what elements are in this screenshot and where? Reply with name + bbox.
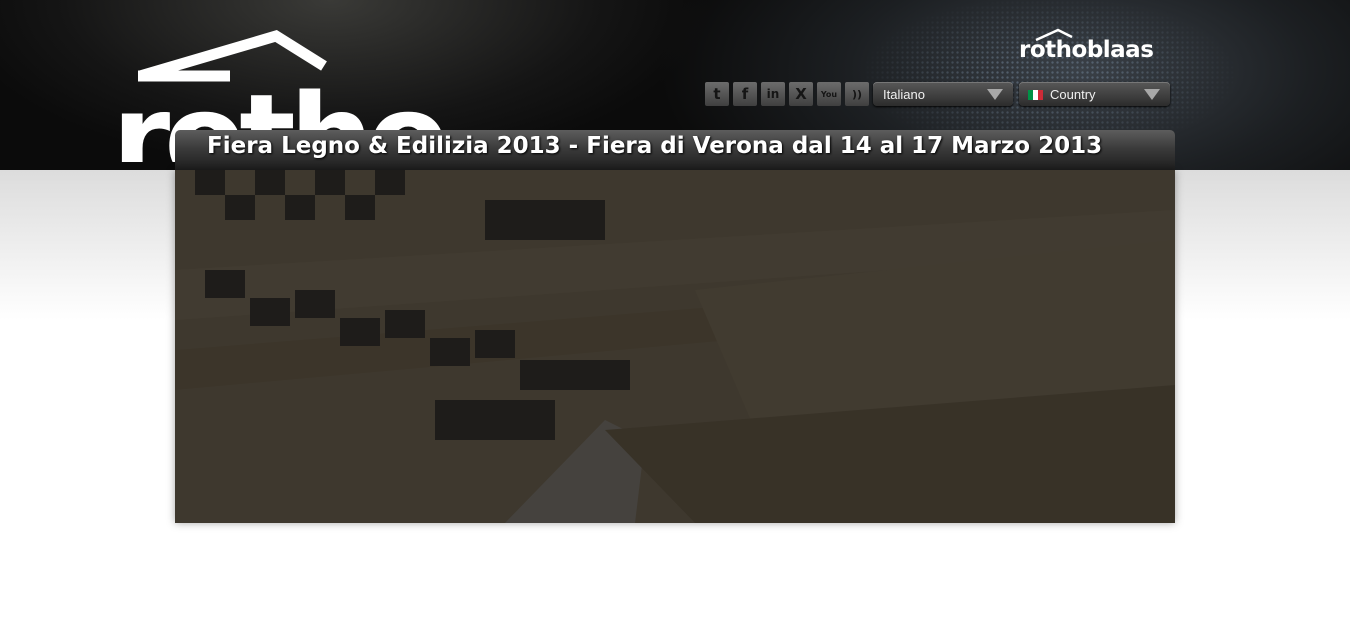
xing-icon[interactable]: X bbox=[789, 82, 813, 106]
chevron-down-icon bbox=[1144, 89, 1160, 100]
italy-flag-icon bbox=[1028, 90, 1043, 100]
youtube-glyph: You bbox=[820, 89, 838, 99]
social-links: t f in X You )) bbox=[705, 82, 869, 106]
facebook-glyph: f bbox=[741, 85, 749, 103]
country-select-value: Country bbox=[1050, 87, 1096, 102]
event-photo[interactable] bbox=[175, 170, 1175, 523]
rss-icon[interactable]: )) bbox=[845, 82, 869, 106]
linkedin-glyph: in bbox=[766, 87, 780, 101]
linkedin-icon[interactable]: in bbox=[761, 82, 785, 106]
twitter-glyph: t bbox=[713, 85, 721, 103]
headline-title[interactable]: Fiera Legno & Edilizia 2013 - Fiera di V… bbox=[207, 130, 1102, 162]
language-select[interactable]: Italiano bbox=[873, 82, 1013, 106]
twitter-icon[interactable]: t bbox=[705, 82, 729, 106]
facebook-icon[interactable]: f bbox=[733, 82, 757, 106]
chevron-down-icon bbox=[987, 89, 1003, 100]
youtube-icon[interactable]: You bbox=[817, 82, 841, 106]
photo-dark-overlay bbox=[175, 170, 1175, 523]
xing-glyph: X bbox=[795, 85, 807, 103]
language-select-value: Italiano bbox=[883, 87, 925, 102]
rss-glyph: )) bbox=[851, 87, 863, 101]
country-select[interactable]: Country bbox=[1019, 82, 1170, 106]
rothoblaas-logo[interactable]: rothoblaas bbox=[1019, 33, 1154, 67]
